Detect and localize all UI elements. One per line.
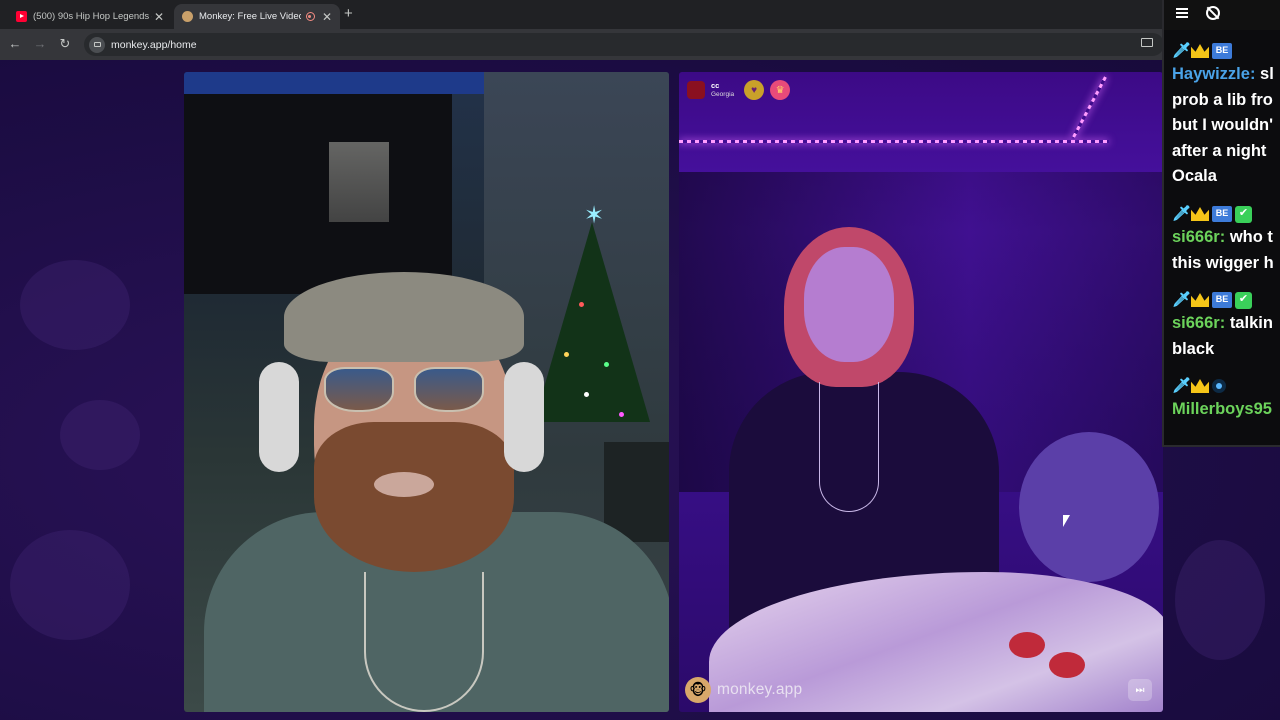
crown-badge-icon (1191, 293, 1209, 307)
chat-text: who t (1229, 228, 1273, 246)
sword-badge-icon: 🗡 (1172, 377, 1192, 394)
necklace (819, 382, 879, 512)
youtube-icon (16, 11, 27, 22)
close-icon[interactable]: ✕ (154, 10, 164, 24)
background-blob (1175, 540, 1265, 660)
monkey-logo-icon: 🐵 (685, 677, 711, 703)
chat-text: prob a lib fro (1172, 90, 1273, 109)
chat-text: talkin (1229, 314, 1273, 332)
sunglasses-lens (324, 367, 394, 412)
chat-text: this wigger h (1172, 253, 1274, 272)
chat-badges: 🗡 BE ✔ (1172, 203, 1274, 225)
blanket-pattern (1009, 632, 1045, 658)
tab-youtube[interactable]: (500) 90s Hip Hop Legends – 2 ✕ (8, 4, 172, 29)
remote-user-name: cc (711, 81, 720, 90)
blanket-pattern (1049, 652, 1085, 678)
headset-earcup (504, 362, 544, 472)
tree-star-icon: ✶ (584, 202, 605, 229)
watermark-text: monkey.app (717, 681, 803, 698)
mouth (374, 472, 434, 497)
chat-message: 🗡 BE ✔ si666r: who t this wigger h (1172, 203, 1274, 276)
headset-earcup (259, 362, 299, 472)
sword-badge-icon: 🗡 (1172, 205, 1192, 222)
monkey-icon (182, 11, 193, 22)
chat-text: but I wouldn' (1172, 116, 1274, 134)
dot-badge-icon (1212, 379, 1226, 393)
close-icon[interactable]: ✕ (322, 10, 332, 24)
chat-text: black (1172, 339, 1215, 358)
heart-icon[interactable]: ♥ (744, 80, 765, 100)
chat-message: 🗡 Millerboys95 (1172, 375, 1272, 423)
new-tab-button[interactable]: + (344, 5, 353, 22)
url-text: monkey.app/home (111, 38, 197, 51)
neon-light-strip (679, 140, 1109, 143)
mod-badge-icon: BE (1212, 43, 1232, 59)
chat-text: after a night (1172, 141, 1267, 160)
gift-icon[interactable]: ♛ (770, 80, 791, 100)
chat-message: 🗡 BE ✔ si666r: talkin black (1172, 289, 1273, 362)
chain-necklace (364, 572, 484, 712)
chat-badges: 🗡 BE (1172, 40, 1274, 62)
pillow (1019, 432, 1159, 582)
beard (314, 422, 514, 572)
chat-text: sl (1260, 65, 1274, 83)
chat-message: 🗡 BE Haywizzle: sl prob a lib fro but I … (1172, 40, 1274, 190)
monkey-video-chat-page: ✶ cc Georgia ♥ ♛ 🐵 monkey.app ⏭ (0, 60, 1280, 720)
sword-badge-icon: 🗡 (1172, 42, 1192, 59)
chat-username[interactable]: si666r: (1172, 314, 1225, 332)
address-bar[interactable]: monkey.app/home (84, 33, 1164, 56)
local-video-feed: ✶ (184, 72, 669, 712)
check-badge-icon: ✔ (1235, 205, 1252, 223)
chat-text: Ocala (1172, 167, 1217, 185)
crown-badge-icon (1191, 207, 1209, 221)
remote-video-feed: cc Georgia ♥ ♛ 🐵 monkey.app ⏭ (679, 72, 1163, 712)
reload-button[interactable]: ↻ (56, 35, 74, 53)
check-badge-icon: ✔ (1235, 291, 1252, 309)
browser-toolbar: ← → ↻ monkey.app/home (0, 29, 1280, 60)
menu-icon[interactable] (1176, 8, 1188, 18)
stream-chat-overlay: 🗡 BE Haywizzle: sl prob a lib fro but I … (1162, 0, 1280, 447)
chat-header (1164, 0, 1280, 30)
cap (284, 272, 524, 362)
chat-username[interactable]: Haywizzle: (1172, 65, 1255, 83)
chat-badges: 🗡 BE ✔ (1172, 289, 1273, 311)
tab-title: Monkey: Free Live Video Ch (199, 11, 301, 22)
remote-user-face (804, 247, 894, 362)
recording-icon (305, 12, 315, 21)
remote-user-location: Georgia (711, 91, 735, 98)
hide-chat-icon[interactable] (1206, 6, 1220, 20)
sunglasses-lens (414, 367, 484, 412)
back-button[interactable]: ← (6, 35, 24, 53)
sword-badge-icon: 🗡 (1172, 291, 1192, 308)
background-blob (60, 400, 140, 470)
avatar[interactable] (687, 81, 705, 99)
mouse-cursor-icon (1062, 514, 1071, 528)
tab-title: (500) 90s Hip Hop Legends – 2 (33, 11, 152, 22)
background-blob (10, 530, 130, 640)
local-user (204, 272, 669, 712)
room-window (184, 94, 452, 294)
chat-badges: 🗡 (1172, 375, 1272, 397)
chat-username[interactable]: si666r: (1172, 228, 1225, 246)
neon-light-strip (1071, 76, 1107, 140)
chat-username[interactable]: Millerboys95 (1172, 400, 1272, 418)
window-blind (329, 142, 389, 222)
video-top-strip (184, 72, 494, 94)
cast-icon[interactable] (1141, 38, 1153, 47)
crown-badge-icon (1191, 379, 1209, 393)
monkey-watermark: 🐵 monkey.app (685, 677, 802, 703)
remote-user-text: cc Georgia (711, 81, 734, 99)
site-info-icon[interactable] (89, 36, 105, 53)
forward-button[interactable]: → (31, 35, 49, 53)
remote-user-info[interactable]: cc Georgia ♥ ♛ (687, 80, 791, 100)
tab-monkey[interactable]: Monkey: Free Live Video Ch ✕ (174, 4, 340, 29)
crown-badge-icon (1191, 44, 1209, 58)
mod-badge-icon: BE (1212, 292, 1232, 308)
skip-next-button[interactable]: ⏭ (1128, 679, 1152, 701)
background-blob (20, 260, 130, 350)
mod-badge-icon: BE (1212, 206, 1232, 222)
browser-tab-bar: (500) 90s Hip Hop Legends – 2 ✕ Monkey: … (0, 0, 1280, 29)
